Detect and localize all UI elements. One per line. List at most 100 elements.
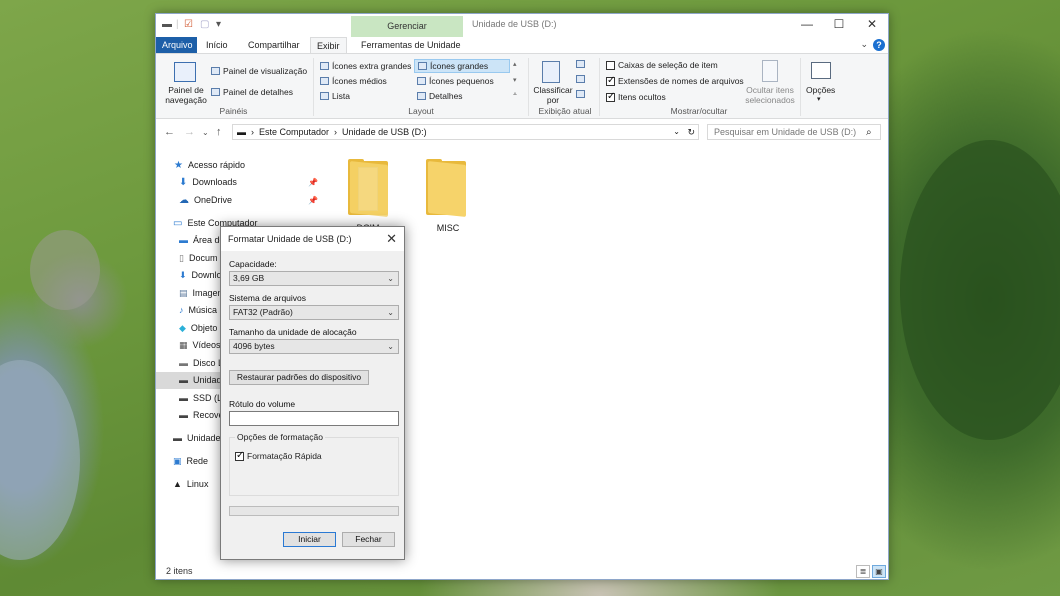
add-columns-icon[interactable] [576, 75, 585, 83]
layout-details[interactable]: Detalhes [417, 91, 463, 101]
capacity-select[interactable]: 3,69 GB ⌄ [229, 271, 399, 286]
hide-selected-button[interactable]: Ocultar itens selecionados [744, 85, 796, 105]
refresh-icon[interactable]: ↻ [687, 125, 695, 139]
maximize-icon[interactable]: ☐ [824, 17, 854, 31]
navigation-pane-button[interactable]: Painel de navegação [164, 85, 208, 105]
allocation-size-label: Tamanho da unidade de alocação [229, 327, 357, 337]
download-arrow-icon: ⬇ [179, 270, 187, 280]
options-button[interactable]: Opções [806, 85, 835, 95]
sidebar-item-quick-access[interactable]: ★ Acesso rápido [156, 157, 316, 174]
forward-arrow-icon[interactable]: → [184, 126, 195, 138]
options-dropdown-icon[interactable]: ▾ [817, 95, 821, 103]
new-folder-icon[interactable]: ▢ [200, 19, 209, 30]
volume-label-label: Rótulo do volume [229, 399, 296, 409]
up-arrow-icon[interactable]: ↑ [216, 126, 222, 138]
sidebar-item-label: Objeto [190, 323, 218, 333]
close-icon[interactable]: ✕ [857, 17, 887, 31]
breadcrumb-this-pc[interactable]: Este Computador [259, 125, 329, 139]
ribbon-tabs: Arquivo Início Compartilhar Exibir Ferra… [156, 37, 888, 53]
folder-icon[interactable] [346, 159, 390, 219]
file-extensions-checkbox[interactable] [606, 75, 615, 86]
layout-label: Detalhes [429, 91, 463, 101]
preview-pane-label: Painel de visualização [223, 66, 308, 76]
customize-quick-access-icon[interactable]: ▾ [216, 19, 221, 30]
quick-format-checkbox[interactable] [235, 450, 244, 461]
layout-extra-large-icons[interactable]: Ícones extra grandes [320, 61, 411, 71]
start-button[interactable]: Iniciar [283, 532, 336, 547]
penguin-icon: ▲ [173, 479, 182, 489]
layout-label: Ícones grandes [430, 61, 489, 71]
separator: | [176, 19, 179, 30]
layout-small-icons[interactable]: Ícones pequenos [417, 76, 494, 86]
file-system-label: Sistema de arquivos [229, 293, 307, 303]
tab-share[interactable]: Compartilhar [242, 37, 306, 53]
item-checkboxes-toggle[interactable]: Caixas de seleção de item [606, 60, 718, 70]
large-icons-view-icon[interactable]: ▣ [872, 565, 886, 578]
hidden-items-toggle[interactable]: Itens ocultos [606, 91, 666, 102]
tab-view[interactable]: Exibir [310, 37, 347, 53]
tab-file[interactable]: Arquivo [156, 37, 197, 53]
address-dropdown-icon[interactable]: ⌄ [673, 125, 680, 139]
properties-icon[interactable]: ☑ [184, 19, 193, 30]
extra-large-icons-icon [320, 62, 329, 70]
options-icon[interactable] [811, 62, 831, 79]
recent-locations-icon[interactable]: ⌄ [202, 128, 209, 137]
sidebar-item-onedrive[interactable]: ☁ OneDrive 📌 [156, 192, 318, 209]
folder-label-misc[interactable]: MISC [418, 223, 478, 233]
breadcrumb-usb-drive[interactable]: Unidade de USB (D:) [342, 125, 427, 139]
address-field[interactable]: ▬ › Este Computador › Unidade de USB (D:… [232, 124, 699, 140]
group-by-icon[interactable] [576, 60, 585, 68]
layout-large-icons[interactable]: Ícones grandes [414, 59, 510, 73]
layout-scroll-up-icon[interactable]: ▴ [513, 60, 517, 68]
sort-by-button[interactable]: Classificar por [533, 85, 573, 105]
cloud-icon: ☁ [179, 195, 189, 206]
layout-list[interactable]: Lista [320, 91, 350, 101]
medium-icons-icon [320, 77, 329, 85]
navigation-pane-icon[interactable] [174, 62, 196, 82]
ribbon-separator [528, 58, 529, 116]
close-button[interactable]: Fechar [342, 532, 395, 547]
sidebar-item-label: Linux [186, 479, 209, 489]
help-icon[interactable]: ? [873, 39, 885, 51]
back-arrow-icon[interactable]: ← [164, 126, 175, 138]
item-checkboxes-checkbox[interactable] [606, 60, 615, 70]
allocation-size-value: 4096 bytes [233, 341, 275, 351]
tab-manage[interactable]: Gerenciar [351, 16, 463, 37]
hide-selected-icon[interactable] [762, 60, 778, 82]
minimize-icon[interactable]: — [792, 17, 822, 31]
file-system-select[interactable]: FAT32 (Padrão) ⌄ [229, 305, 399, 320]
allocation-size-select[interactable]: 4096 bytes ⌄ [229, 339, 399, 354]
sidebar-item-downloads[interactable]: ⬇ Downloads 📌 [156, 174, 318, 191]
sidebar-item-label: Recove [193, 410, 224, 420]
ribbon-separator [800, 58, 801, 116]
tab-drive-tools[interactable]: Ferramentas de Unidade [355, 37, 467, 53]
folder-icon[interactable] [424, 159, 468, 219]
layout-scroll-down-icon[interactable]: ▾ [513, 76, 517, 84]
hard-drive-icon: ▬ [179, 393, 188, 403]
layout-label: Ícones médios [332, 76, 387, 86]
music-note-icon: ♪ [179, 305, 184, 315]
desktop-texture [900, 140, 1060, 440]
sort-by-icon[interactable] [542, 61, 560, 83]
document-icon: ▯ [179, 253, 184, 263]
cube-icon: ◆ [179, 323, 186, 333]
size-columns-icon[interactable] [576, 90, 585, 98]
drive-icon: ▬ [237, 127, 246, 137]
large-icons-icon [418, 62, 427, 70]
restore-defaults-button[interactable]: Restaurar padrões do dispositivo [229, 370, 369, 385]
close-icon[interactable]: ✕ [386, 231, 397, 247]
layout-expand-icon[interactable]: ⩡ [513, 91, 517, 99]
quick-format-option[interactable]: Formatação Rápida [235, 450, 322, 461]
volume-label-input[interactable] [229, 411, 399, 426]
search-input[interactable]: Pesquisar em Unidade de USB (D:) [707, 124, 881, 140]
chevron-down-icon: ⌄ [387, 308, 394, 317]
collapse-ribbon-icon[interactable]: ⌄ [860, 39, 868, 50]
tab-home[interactable]: Início [200, 37, 234, 53]
details-pane-button[interactable]: Painel de detalhes [211, 87, 293, 97]
details-view-icon[interactable]: ≣ [856, 565, 870, 578]
preview-pane-button[interactable]: Painel de visualização [211, 66, 307, 76]
layout-medium-icons[interactable]: Ícones médios [320, 76, 387, 86]
file-extensions-toggle[interactable]: Extensões de nomes de arquivos [606, 75, 744, 86]
group-label-panes: Painéis [219, 106, 248, 116]
hidden-items-checkbox[interactable] [606, 91, 615, 102]
